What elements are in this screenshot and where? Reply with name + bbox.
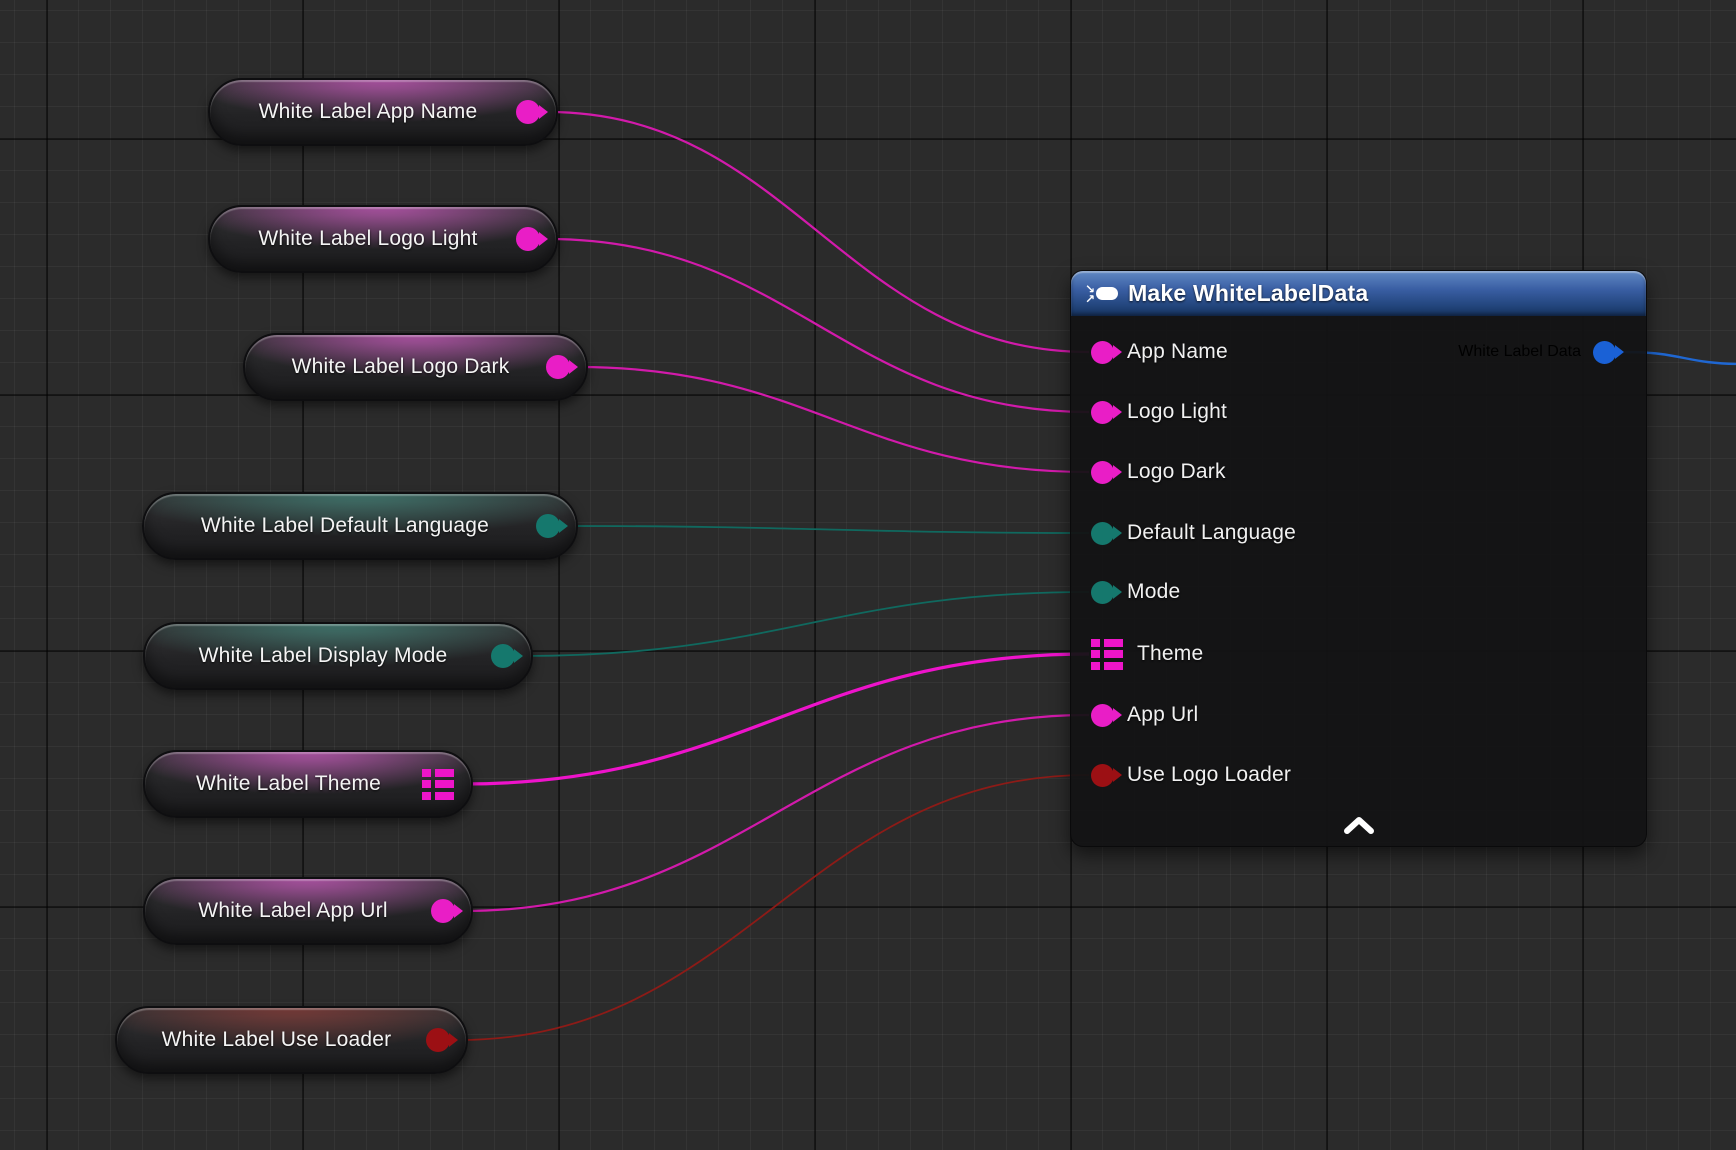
getter-node-app-name[interactable]: White Label App Name (208, 78, 558, 146)
make-input-app-name-pin[interactable] (1091, 341, 1114, 364)
wire-getter-logo-light-pin[interactable] (548, 239, 1089, 412)
pin-label: App Url (1127, 703, 1198, 727)
getter-display-mode-pin[interactable] (491, 644, 515, 668)
pin-label: App Name (1127, 340, 1228, 364)
getter-node-display-mode[interactable]: White Label Display Mode (143, 622, 533, 690)
make-input-row: Use Logo Loader (1091, 759, 1291, 791)
pin-label: Default Language (1127, 521, 1296, 545)
make-input-app-url-pin[interactable] (1091, 704, 1114, 727)
getter-logo-light-pin[interactable] (516, 227, 540, 251)
make-input-row: Logo Light (1091, 396, 1227, 428)
make-struct-icon: ↘↗ (1085, 284, 1118, 304)
make-node-header: ↘↗ Make WhiteLabelData (1071, 271, 1646, 316)
getter-node-label: White Label Display Mode (165, 644, 481, 668)
getter-node-theme[interactable]: White Label Theme (143, 750, 473, 818)
make-input-row: Logo Dark (1091, 456, 1226, 488)
pin-label: Logo Light (1127, 400, 1227, 424)
pin-label: White Label Data (1458, 343, 1581, 361)
blueprint-canvas[interactable]: White Label App Name White Label Logo Li… (0, 0, 1736, 1150)
getter-node-app-url[interactable]: White Label App Url (143, 877, 473, 945)
getter-node-label: White Label Logo Light (230, 227, 506, 251)
make-input-default-language-pin[interactable] (1091, 522, 1114, 545)
wire-getter-logo-dark-pin[interactable] (578, 367, 1089, 472)
getter-node-label: White Label Theme (165, 772, 412, 796)
make-input-row: Mode (1091, 576, 1180, 608)
getter-node-label: White Label App Url (165, 899, 421, 923)
make-output-row: White Label Data (1458, 336, 1616, 368)
pin-label: Mode (1127, 580, 1180, 604)
getter-node-logo-dark[interactable]: White Label Logo Dark (243, 333, 588, 401)
make-input-row: Theme (1091, 638, 1203, 670)
pin-label: Logo Dark (1127, 460, 1226, 484)
getter-node-label: White Label Default Language (164, 514, 526, 538)
getter-node-use-loader[interactable]: White Label Use Loader (115, 1006, 468, 1074)
getter-node-default-language[interactable]: White Label Default Language (142, 492, 578, 560)
make-input-row: App Url (1091, 699, 1198, 731)
make-output-white-label-data-pin[interactable] (1593, 341, 1616, 364)
make-input-logo-dark-pin[interactable] (1091, 461, 1114, 484)
getter-node-label: White Label App Name (230, 100, 506, 124)
wire-getter-default-language-pin[interactable] (568, 526, 1089, 533)
pin-label: Use Logo Loader (1127, 763, 1291, 787)
make-input-row: Default Language (1091, 517, 1296, 549)
wire-getter-theme-pin[interactable] (463, 654, 1089, 784)
make-node-title: Make WhiteLabelData (1128, 280, 1368, 307)
collapse-chevron-button[interactable] (1071, 810, 1646, 840)
make-input-mode-pin[interactable] (1091, 581, 1114, 604)
wire-getter-display-mode-pin[interactable] (523, 592, 1089, 656)
wire-getter-app-name-pin[interactable] (548, 112, 1089, 352)
pin-label: Theme (1137, 642, 1203, 666)
chevron-up-icon (1339, 814, 1379, 836)
make-input-row: App Name (1091, 336, 1228, 368)
getter-node-label: White Label Use Loader (137, 1028, 416, 1052)
make-input-logo-light-pin[interactable] (1091, 401, 1114, 424)
wire-getter-app-url-pin[interactable] (463, 715, 1089, 911)
make-input-theme-pin[interactable] (1091, 639, 1124, 670)
getter-app-name-pin[interactable] (516, 100, 540, 124)
getter-use-loader-pin[interactable] (426, 1028, 450, 1052)
getter-logo-dark-pin[interactable] (546, 355, 570, 379)
make-whitelabeldata-node[interactable]: ↘↗ Make WhiteLabelData App Name Logo Lig… (1070, 270, 1647, 847)
getter-node-logo-light[interactable]: White Label Logo Light (208, 205, 558, 273)
getter-node-label: White Label Logo Dark (265, 355, 536, 379)
getter-default-language-pin[interactable] (536, 514, 560, 538)
getter-theme-pin[interactable] (422, 769, 455, 800)
make-input-use-logo-loader-pin[interactable] (1091, 764, 1114, 787)
getter-app-url-pin[interactable] (431, 899, 455, 923)
